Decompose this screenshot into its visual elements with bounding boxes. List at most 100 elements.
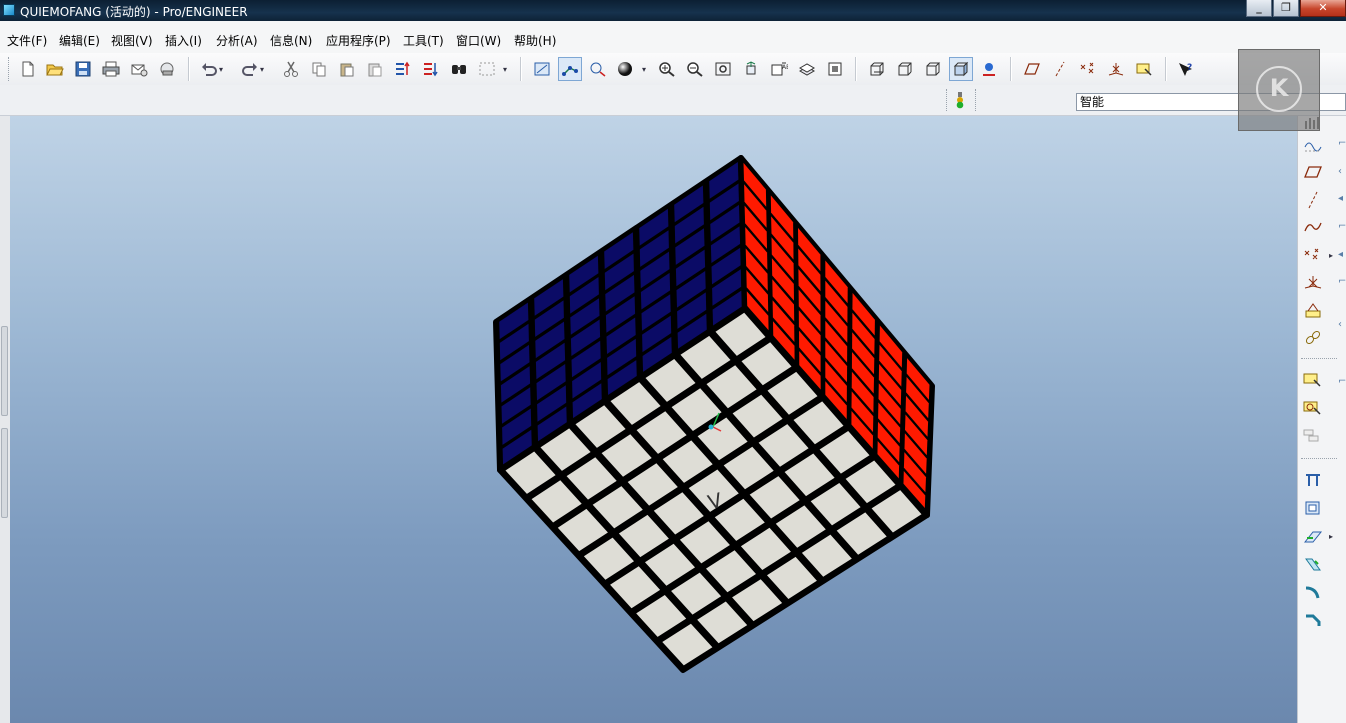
copy-icon[interactable] — [307, 57, 331, 81]
blend-tool-icon[interactable] — [1301, 552, 1325, 576]
email-icon[interactable] — [127, 57, 151, 81]
edge-icon: ⌐ — [1338, 221, 1346, 232]
save-icon[interactable] — [71, 57, 95, 81]
coordinate-system-tool-icon[interactable] — [1301, 270, 1325, 294]
datum-point-tool-icon[interactable] — [1301, 243, 1325, 267]
appearance-gallery-icon[interactable] — [823, 57, 847, 81]
window-title: QUIEMOFANG (活动的) - Pro/ENGINEER — [20, 5, 248, 19]
floating-overlay[interactable]: K — [1238, 49, 1320, 131]
graphics-window[interactable]: V — [10, 116, 1297, 723]
edge-icon: ◂ — [1338, 249, 1344, 260]
datum-axis-tool-icon[interactable] — [1048, 57, 1072, 81]
shading-icon[interactable] — [614, 57, 638, 81]
datum-plane-display-icon[interactable] — [530, 57, 554, 81]
context-help-icon[interactable]: ? — [1174, 57, 1198, 81]
hidden-line-icon[interactable] — [893, 57, 917, 81]
cut-icon[interactable] — [279, 57, 303, 81]
toolbar-grip[interactable] — [946, 89, 950, 111]
close-icon: ✕ — [1318, 1, 1328, 14]
paste-special-icon[interactable] — [363, 57, 387, 81]
navigator-sash[interactable] — [1, 326, 8, 416]
window-controls: _ ❐ ✕ — [1245, 0, 1346, 19]
menu-view[interactable]: 视图(V) — [111, 32, 153, 49]
chain-icon[interactable] — [1301, 326, 1325, 350]
feature-toolbar: ▸ ▸ ⌐ ‹ ◂ ⌐ ◂ ⌐ ‹ ⌐ — [1297, 116, 1346, 723]
menu-bar: 文件(F) 编辑(E) 视图(V) 插入(I) 分析(A) 信息(N) 应用程序… — [0, 21, 1346, 53]
reorient-icon[interactable] — [739, 57, 763, 81]
regen-manager-icon[interactable] — [419, 57, 443, 81]
regenerate-icon[interactable] — [391, 57, 415, 81]
logo-icon: K — [1256, 66, 1302, 112]
refit-icon[interactable] — [711, 57, 735, 81]
menu-tools[interactable]: 工具(T) — [403, 32, 444, 49]
main-toolbar: ▾ ▾ ▾ ▾ AB — [0, 53, 1346, 85]
select-dropdown-icon[interactable]: ▾ — [499, 57, 511, 81]
chamfer-tool-icon[interactable] — [1301, 608, 1325, 632]
saved-views-icon[interactable]: AB — [767, 57, 791, 81]
print-icon[interactable] — [99, 57, 123, 81]
close-button[interactable]: ✕ — [1300, 0, 1346, 17]
coordinate-system-tool-icon[interactable] — [1104, 57, 1128, 81]
no-hidden-icon[interactable] — [921, 57, 945, 81]
analysis-feature-icon[interactable] — [1301, 298, 1325, 322]
toolbar-grip[interactable] — [975, 89, 979, 111]
open-folder-icon[interactable] — [43, 57, 67, 81]
datum-point-display-icon[interactable] — [586, 57, 610, 81]
menu-edit[interactable]: 编辑(E) — [59, 32, 100, 49]
round-tool-icon[interactable] — [1301, 580, 1325, 604]
expand-arrow-icon[interactable]: ▸ — [1329, 532, 1333, 541]
datum-plane-tool-icon[interactable] — [1301, 160, 1325, 184]
layers-icon[interactable] — [795, 57, 819, 81]
minimize-button[interactable]: _ — [1246, 0, 1272, 17]
datum-plane-tool-icon[interactable] — [1020, 57, 1044, 81]
sketch-edit-icon[interactable] — [1301, 396, 1325, 420]
zoom-out-icon[interactable] — [683, 57, 707, 81]
menu-applications[interactable]: 应用程序(P) — [326, 32, 391, 49]
variable-sweep-icon[interactable] — [1301, 524, 1325, 548]
datum-axis-display-icon[interactable] — [558, 57, 582, 81]
toolbar-separator — [188, 57, 190, 81]
toolbar-separator — [1301, 358, 1337, 359]
navigator-sash[interactable] — [1, 428, 8, 518]
toolbar-separator — [1301, 458, 1337, 459]
regeneration-status-icon — [956, 92, 964, 109]
cube-model[interactable]: V — [10, 116, 1297, 723]
select-box-icon[interactable] — [475, 57, 499, 81]
sketch-disabled-icon[interactable] — [1301, 424, 1325, 448]
menu-file[interactable]: 文件(F) — [7, 32, 47, 49]
menu-insert[interactable]: 插入(I) — [165, 32, 202, 49]
redo-dropdown-icon[interactable]: ▾ — [256, 57, 268, 81]
model-tree-icon[interactable] — [977, 57, 1001, 81]
wireframe-icon[interactable] — [865, 57, 889, 81]
menu-analysis[interactable]: 分析(A) — [216, 32, 258, 49]
menu-window[interactable]: 窗口(W) — [456, 32, 501, 49]
datum-curve-tool-icon[interactable] — [1301, 215, 1325, 239]
restore-button[interactable]: ❐ — [1273, 0, 1299, 17]
find-icon[interactable] — [447, 57, 471, 81]
send-icon[interactable] — [155, 57, 179, 81]
toolbar-grip[interactable] — [8, 57, 12, 81]
extrude-tool-icon[interactable] — [1301, 468, 1325, 492]
expand-arrow-icon[interactable]: ▸ — [1329, 251, 1333, 260]
shading-dropdown-icon[interactable]: ▾ — [638, 57, 650, 81]
datum-point-tool-icon[interactable] — [1076, 57, 1100, 81]
title-bar: QUIEMOFANG (活动的) - Pro/ENGINEER _ ❐ ✕ — [0, 0, 1346, 21]
zoom-in-icon[interactable] — [655, 57, 679, 81]
undo-dropdown-icon[interactable]: ▾ — [215, 57, 227, 81]
toolbar-separator — [855, 57, 857, 81]
paste-icon[interactable] — [335, 57, 359, 81]
menu-help[interactable]: 帮助(H) — [514, 32, 556, 49]
sketch-tool-icon[interactable] — [1132, 57, 1156, 81]
edge-icon: ⌐ — [1338, 276, 1346, 287]
shaded-icon[interactable] — [949, 57, 973, 81]
svg-text:?: ? — [1187, 63, 1192, 73]
datum-axis-tool-icon[interactable] — [1301, 188, 1325, 212]
sketch-tool-icon[interactable] — [1301, 368, 1325, 392]
secondary-toolbar: 智能 — [0, 85, 1346, 116]
new-file-icon[interactable] — [16, 57, 40, 81]
menu-info[interactable]: 信息(N) — [270, 32, 312, 49]
curve-analysis-icon[interactable] — [1301, 133, 1325, 157]
toolbar-separator — [520, 57, 522, 81]
restore-icon: ❐ — [1281, 1, 1291, 14]
revolve-tool-icon[interactable] — [1301, 496, 1325, 520]
